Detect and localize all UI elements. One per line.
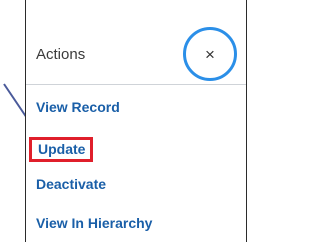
actions-panel: Actions × View Record Update Deactivate … <box>25 0 247 242</box>
menu-item-view-in-hierarchy[interactable]: View In Hierarchy <box>36 215 152 231</box>
menu-item-view-record[interactable]: View Record <box>36 99 120 115</box>
header-divider <box>26 84 246 85</box>
actions-header: Actions × <box>26 0 246 84</box>
panel-title: Actions <box>36 46 86 63</box>
screenshot-canvas: Actions × View Record Update Deactivate … <box>0 0 256 242</box>
close-button[interactable]: × <box>183 27 237 81</box>
menu-item-deactivate[interactable]: Deactivate <box>36 176 106 192</box>
menu-item-update[interactable]: Update <box>29 137 94 162</box>
close-icon: × <box>205 44 215 64</box>
